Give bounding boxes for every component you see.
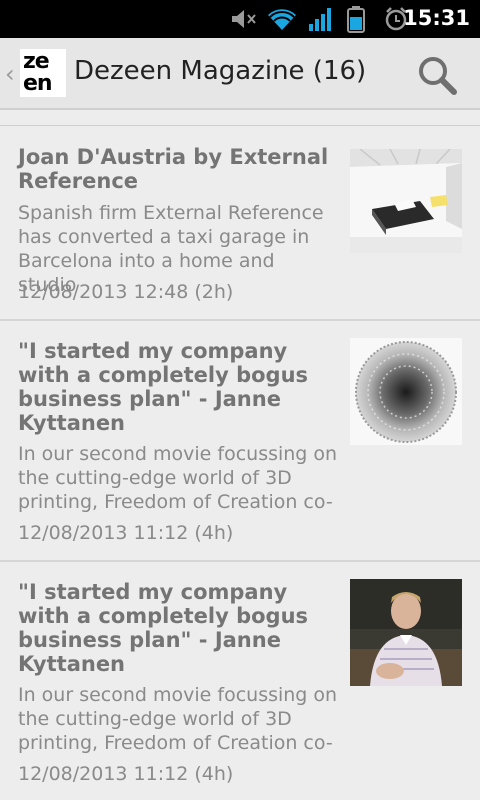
- article-title: "I started my company with a completely …: [18, 580, 309, 676]
- wifi-icon: [268, 9, 296, 31]
- article-time: 12/08/2013 11:12 (4h): [18, 763, 234, 785]
- article-thumbnail: [350, 149, 462, 253]
- app-title: Dezeen Magazine (16): [74, 56, 367, 86]
- article-thumbnail: [350, 338, 462, 445]
- up-caret-icon[interactable]: ‹: [5, 60, 15, 88]
- article-item[interactable]: "I started my company with a completely …: [0, 321, 480, 562]
- article-thumbnail: [350, 579, 462, 686]
- logo-text-top: ze: [23, 49, 50, 74]
- article-summary: In our second movie focussing on the cut…: [18, 684, 338, 754]
- article-title: "I started my company with a completely …: [18, 339, 309, 435]
- article-time: 12/08/2013 11:12 (4h): [18, 522, 234, 544]
- signal-icon: [309, 8, 331, 31]
- logo-text-bottom: en: [23, 71, 53, 96]
- article-summary: In our second movie focussing on the cut…: [18, 443, 338, 513]
- action-bar: ‹ ze en Dezeen Magazine (16): [0, 38, 480, 110]
- status-clock: 15:31: [403, 6, 470, 30]
- mute-icon: [232, 10, 256, 28]
- list-top-divider: [0, 110, 480, 126]
- search-icon[interactable]: [414, 52, 460, 98]
- battery-icon: [347, 6, 365, 33]
- article-time: 12/08/2013 12:48 (2h): [18, 281, 234, 303]
- article-item[interactable]: "I started my company with a completely …: [0, 562, 480, 800]
- article-title: Joan D'Austria by External Reference: [18, 145, 329, 193]
- app-logo[interactable]: ze en: [20, 49, 66, 97]
- article-item[interactable]: Joan D'Austria by External Reference Spa…: [0, 127, 480, 321]
- status-bar: 15:31: [0, 0, 480, 38]
